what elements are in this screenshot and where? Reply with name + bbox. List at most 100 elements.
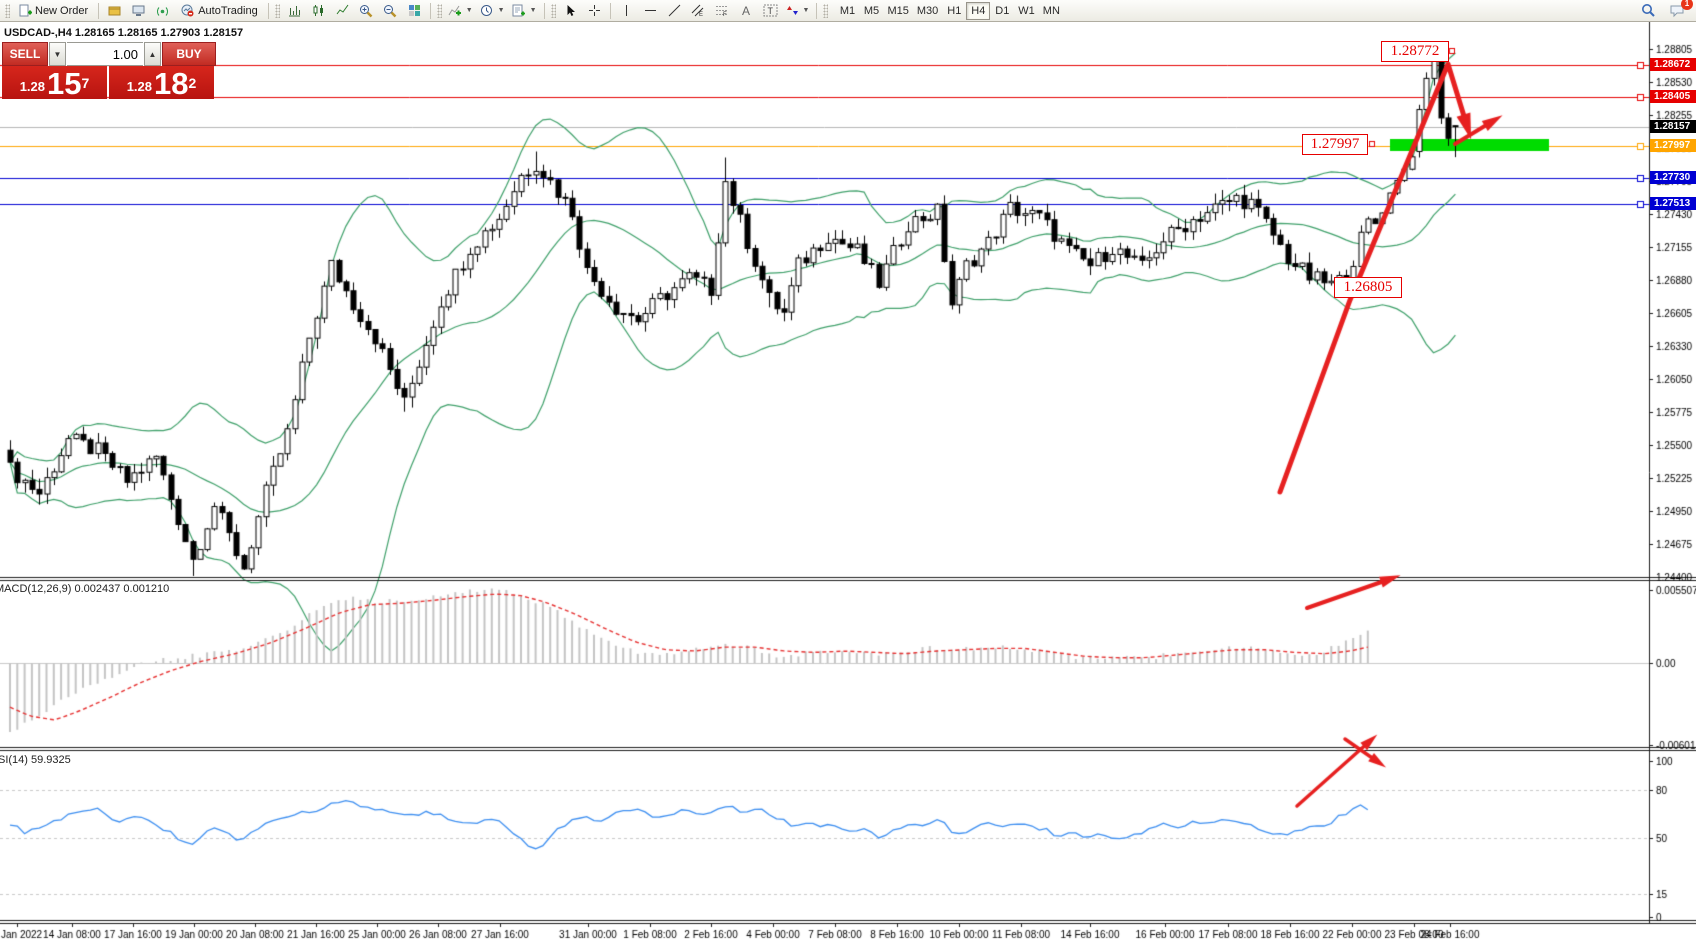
indicators-icon <box>448 4 462 17</box>
autotrading-label: AutoTrading <box>198 5 258 17</box>
bar-chart-icon <box>288 4 301 17</box>
chevron-down-icon: ▼ <box>530 7 537 14</box>
vertical-line-icon <box>620 4 633 17</box>
timeframe-button-M30[interactable]: M30 <box>913 2 942 20</box>
toolbar-separator <box>98 3 99 19</box>
timeframe-toolbar: M1M5M15M30H1H4D1W1MN <box>835 2 1063 20</box>
chart-canvas[interactable] <box>0 22 1696 944</box>
toolbar-separator <box>544 3 545 19</box>
periods-button[interactable]: ▼ <box>477 1 508 21</box>
price-callout[interactable]: 1.28772 <box>1381 41 1449 62</box>
templates-button[interactable]: ▼ <box>509 1 540 21</box>
signal-icon <box>156 4 169 17</box>
chart-title: USDCAD-,H4 1.28165 1.28165 1.27903 1.281… <box>4 27 243 39</box>
buy-button[interactable]: BUY <box>162 42 216 66</box>
buy-price-big: 18 <box>154 70 188 98</box>
price-tag: 1.27997 <box>1650 139 1696 152</box>
svg-text:E: E <box>699 12 703 17</box>
buy-price[interactable]: 1.28 18 2 <box>109 66 214 99</box>
rsi-label: SI(14) 59.9325 <box>0 754 71 766</box>
news-button[interactable] <box>151 1 174 21</box>
line-chart-button[interactable] <box>331 1 354 21</box>
channel-tool-button[interactable]: E <box>687 1 710 21</box>
line-chart-icon <box>336 4 349 17</box>
price-callout[interactable]: 1.26805 <box>1334 277 1402 298</box>
price-tag: 1.28157 <box>1650 120 1696 133</box>
price-callout[interactable]: 1.27997 <box>1302 134 1368 155</box>
search-icon <box>1641 3 1656 18</box>
price-tag: 1.27730 <box>1650 171 1696 184</box>
notification-badge: 1 <box>1681 0 1693 10</box>
toolbar-grip[interactable] <box>275 4 280 18</box>
monitor-icon <box>132 4 145 17</box>
arrows-tool-button[interactable]: ▼ <box>783 1 813 21</box>
volume-decrease-button[interactable]: ▼ <box>49 42 66 66</box>
timeframe-button-D1[interactable]: D1 <box>990 2 1014 20</box>
cursor-tool-button[interactable] <box>559 1 582 21</box>
horizontal-line-icon <box>644 4 657 17</box>
equidistant-channel-icon: E <box>691 4 705 17</box>
toolbar-separator <box>430 3 431 19</box>
toolbar-grip[interactable] <box>823 4 828 18</box>
timeframe-button-MN[interactable]: MN <box>1039 2 1064 20</box>
sell-price[interactable]: 1.28 15 7 <box>2 66 107 99</box>
tile-windows-button[interactable] <box>403 1 426 21</box>
zoom-in-button[interactable] <box>355 1 378 21</box>
text-tool-button[interactable]: A <box>735 1 758 21</box>
crosshair-tool-button[interactable] <box>583 1 606 21</box>
terminal-button[interactable] <box>127 1 150 21</box>
one-click-trading-panel: SELL ▼ ▲ BUY 1.28 15 7 1.28 18 2 <box>2 42 214 99</box>
tile-windows-icon <box>408 4 421 17</box>
timeframe-button-M5[interactable]: M5 <box>859 2 883 20</box>
chevron-down-icon: ▼ <box>803 7 810 14</box>
indicators-button[interactable]: ▼ <box>445 1 476 21</box>
zoom-out-button[interactable] <box>379 1 402 21</box>
one-click-row: SELL ▼ ▲ BUY <box>2 42 214 66</box>
toolbar-grip[interactable] <box>5 4 10 18</box>
toolbar-separator <box>816 3 817 19</box>
toolbar-separator <box>610 3 611 19</box>
new-order-label: New Order <box>35 5 88 17</box>
candlestick-chart-button[interactable] <box>307 1 330 21</box>
new-order-icon <box>19 4 32 17</box>
vertical-line-tool-button[interactable] <box>615 1 638 21</box>
macd-label: MACD(12,26,9) 0.002437 0.001210 <box>0 583 169 595</box>
svg-text:T: T <box>767 6 773 16</box>
clock-icon <box>480 4 494 18</box>
bar-chart-button[interactable] <box>283 1 306 21</box>
volume-increase-button[interactable]: ▲ <box>144 42 161 66</box>
fibonacci-tool-button[interactable]: F <box>711 1 734 21</box>
text-icon: A <box>742 4 750 18</box>
cursor-icon <box>564 4 577 17</box>
autotrading-button[interactable]: AutoTrading <box>175 1 264 21</box>
template-icon <box>512 4 526 17</box>
buy-price-prefix: 1.28 <box>127 76 152 98</box>
timeframe-button-H4[interactable]: H4 <box>966 2 990 20</box>
notifications-button[interactable]: 1 <box>1666 1 1689 21</box>
toolbar: New Order AutoTrading <box>0 0 1696 22</box>
buy-price-sup: 2 <box>189 66 197 100</box>
toolbar-grip[interactable] <box>437 4 442 18</box>
toolbar-grip[interactable] <box>551 4 556 18</box>
market-watch-button[interactable] <box>103 1 126 21</box>
horizontal-line-tool-button[interactable] <box>639 1 662 21</box>
sell-price-sup: 7 <box>82 66 90 100</box>
timeframe-button-W1[interactable]: W1 <box>1014 2 1039 20</box>
chevron-down-icon: ▼ <box>54 50 62 59</box>
price-tag: 1.27513 <box>1650 197 1696 210</box>
new-order-button[interactable]: New Order <box>13 1 94 21</box>
timeframe-button-H1[interactable]: H1 <box>942 2 966 20</box>
trendline-icon <box>668 4 681 17</box>
arrow-objects-icon <box>786 4 799 17</box>
trendline-tool-button[interactable] <box>663 1 686 21</box>
volume-input[interactable] <box>67 42 143 66</box>
fibonacci-icon: F <box>715 4 729 17</box>
search-button[interactable] <box>1637 1 1660 21</box>
autotrading-icon <box>181 4 195 17</box>
timeframe-button-M1[interactable]: M1 <box>835 2 859 20</box>
chevron-down-icon: ▼ <box>466 7 473 14</box>
chart-window: USDCAD-,H4 1.28165 1.28165 1.27903 1.281… <box>0 22 1696 944</box>
timeframe-button-M15[interactable]: M15 <box>883 2 912 20</box>
sell-button[interactable]: SELL <box>2 42 48 66</box>
label-tool-button[interactable]: T <box>759 1 782 21</box>
